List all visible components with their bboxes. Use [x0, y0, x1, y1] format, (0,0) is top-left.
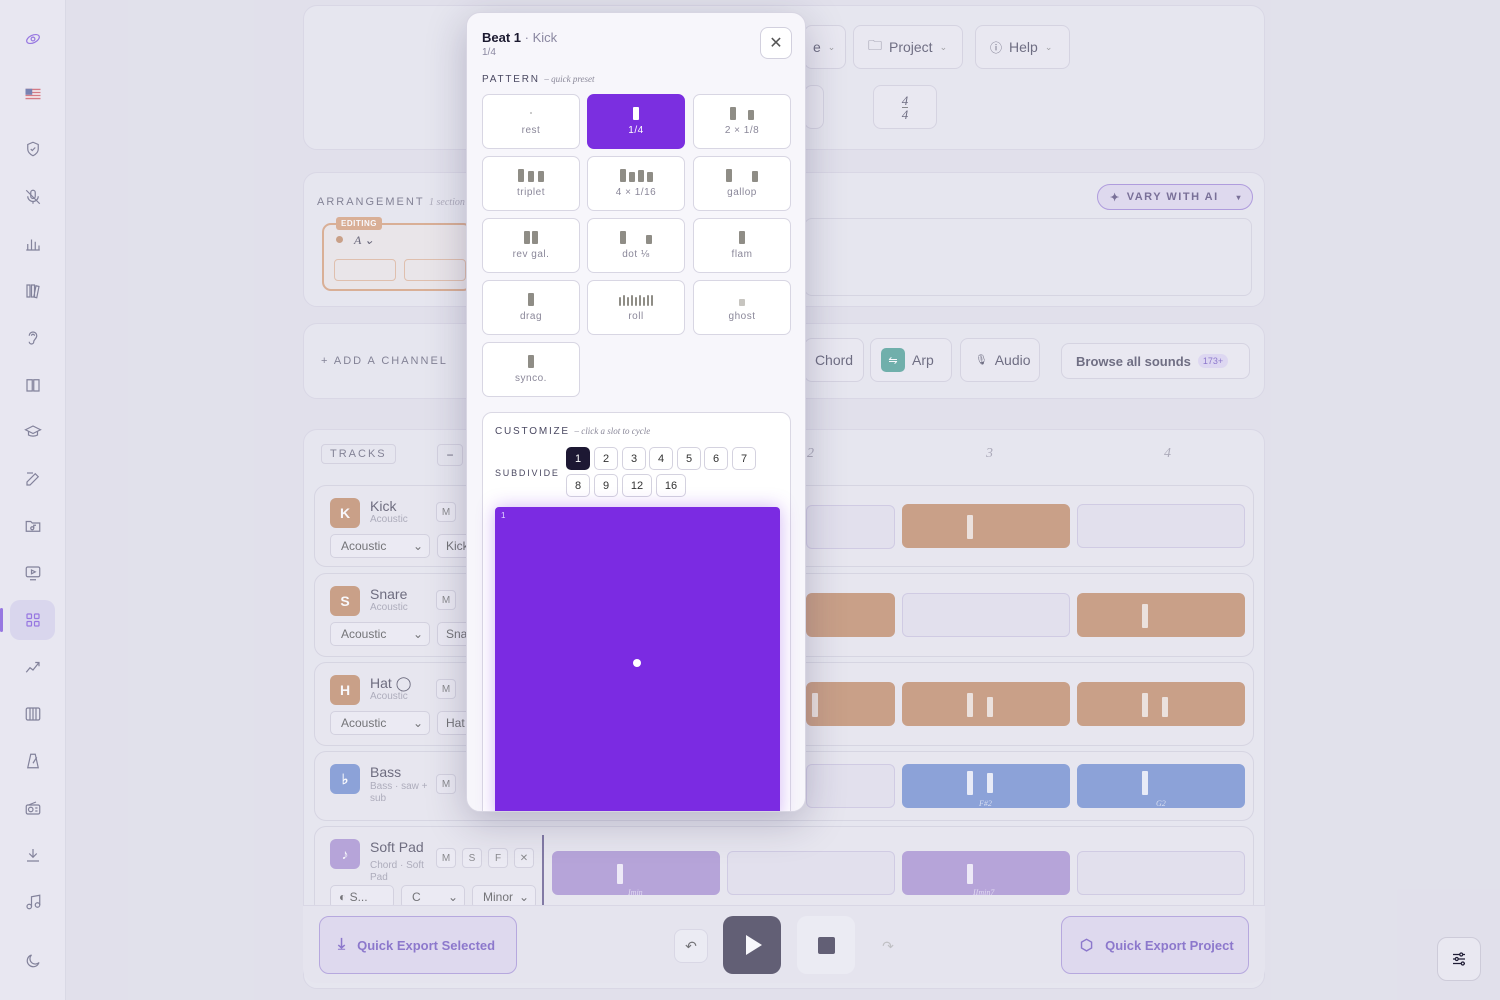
pattern-label: roll: [628, 311, 644, 322]
subdivide-option-6[interactable]: 6: [704, 447, 728, 470]
pattern-glyph: [483, 169, 579, 183]
pattern-dotted-eighth[interactable]: dot ⅛: [587, 218, 685, 273]
pattern-flam[interactable]: flam: [693, 218, 791, 273]
subdivide-option-5[interactable]: 5: [677, 447, 701, 470]
pattern-label: PATTERN: [482, 74, 540, 85]
customize-panel: CUSTOMIZE – click a slot to cycle SUBDIV…: [482, 412, 791, 811]
pattern-hint: – quick preset: [544, 74, 595, 84]
beat-slot[interactable]: 1: [495, 507, 780, 811]
pattern-label: 1/4: [628, 125, 644, 136]
subdivide-option-8[interactable]: 8: [566, 474, 590, 497]
pattern-label: drag: [519, 311, 542, 322]
beat-editor-modal: Beat 1 · Kick 1/4 ✕ PATTERN – quick pres…: [466, 12, 806, 812]
close-icon: ✕: [769, 35, 783, 52]
customize-header: CUSTOMIZE – click a slot to cycle: [495, 426, 650, 437]
subdivide-option-16[interactable]: 16: [656, 474, 686, 497]
pattern-glyph: [694, 231, 790, 245]
subdivide-option-7[interactable]: 7: [732, 447, 756, 470]
pattern-label: triplet: [517, 187, 545, 198]
pattern-glyph: [694, 107, 790, 121]
beat-fraction: 1/4: [482, 47, 496, 58]
pattern-label: 4 × 1/16: [615, 187, 657, 198]
pattern-glyph: [483, 107, 579, 121]
modal-title-main: Beat 1: [482, 30, 522, 45]
pattern-label: flam: [731, 249, 753, 260]
pattern-quarter[interactable]: 1/4: [587, 94, 685, 149]
customize-label: CUSTOMIZE: [495, 426, 570, 437]
customize-hint: – click a slot to cycle: [574, 426, 651, 436]
pattern-header: PATTERN – quick preset: [482, 74, 595, 85]
pattern-glyph: [588, 293, 684, 307]
pattern-glyph: [588, 231, 684, 245]
close-button[interactable]: ✕: [760, 27, 792, 59]
pattern-drag[interactable]: drag: [482, 280, 580, 335]
pattern-glyph: [483, 231, 579, 245]
pattern-label: dot ⅛: [622, 249, 650, 260]
pattern-label: rev gal.: [512, 249, 550, 260]
pattern-glyph: [694, 293, 790, 307]
pattern-roll[interactable]: roll: [587, 280, 685, 335]
sliders-icon: [1453, 952, 1465, 966]
subdivide-option-3[interactable]: 3: [622, 447, 646, 470]
subdivide-option-1[interactable]: 1: [566, 447, 590, 470]
pattern-glyph: [483, 355, 579, 369]
pattern-label: synco.: [515, 373, 547, 384]
subdivide-option-4[interactable]: 4: [649, 447, 673, 470]
modal-title-sub: · Kick: [524, 30, 558, 45]
subdivide-option-12[interactable]: 12: [622, 474, 652, 497]
settings-sliders-button[interactable]: [1437, 937, 1481, 981]
pattern-rest[interactable]: rest: [482, 94, 580, 149]
pattern-glyph: [588, 107, 684, 121]
pattern-glyph: [483, 293, 579, 307]
pattern-four-sixteenths[interactable]: 4 × 1/16: [587, 156, 685, 211]
pattern-two-eighths[interactable]: 2 × 1/8: [693, 94, 791, 149]
pattern-syncopated[interactable]: synco.: [482, 342, 580, 397]
pattern-label: ghost: [728, 311, 756, 322]
modal-title: Beat 1 · Kick: [482, 30, 557, 45]
pattern-label: gallop: [727, 187, 757, 198]
pattern-triplet[interactable]: triplet: [482, 156, 580, 211]
subdivide-label: SUBDIVIDE: [495, 468, 560, 478]
pattern-glyph: [588, 169, 684, 183]
slot-hit-dot: [633, 659, 641, 667]
subdivide-option-2[interactable]: 2: [594, 447, 618, 470]
pattern-ghost[interactable]: ghost: [693, 280, 791, 335]
pattern-label: rest: [521, 125, 541, 136]
slot-index: 1: [501, 511, 506, 520]
pattern-label: 2 × 1/8: [724, 125, 760, 136]
subdivide-option-9[interactable]: 9: [594, 474, 618, 497]
pattern-reverse-gallop[interactable]: rev gal.: [482, 218, 580, 273]
pattern-gallop[interactable]: gallop: [693, 156, 791, 211]
pattern-glyph: [694, 169, 790, 183]
